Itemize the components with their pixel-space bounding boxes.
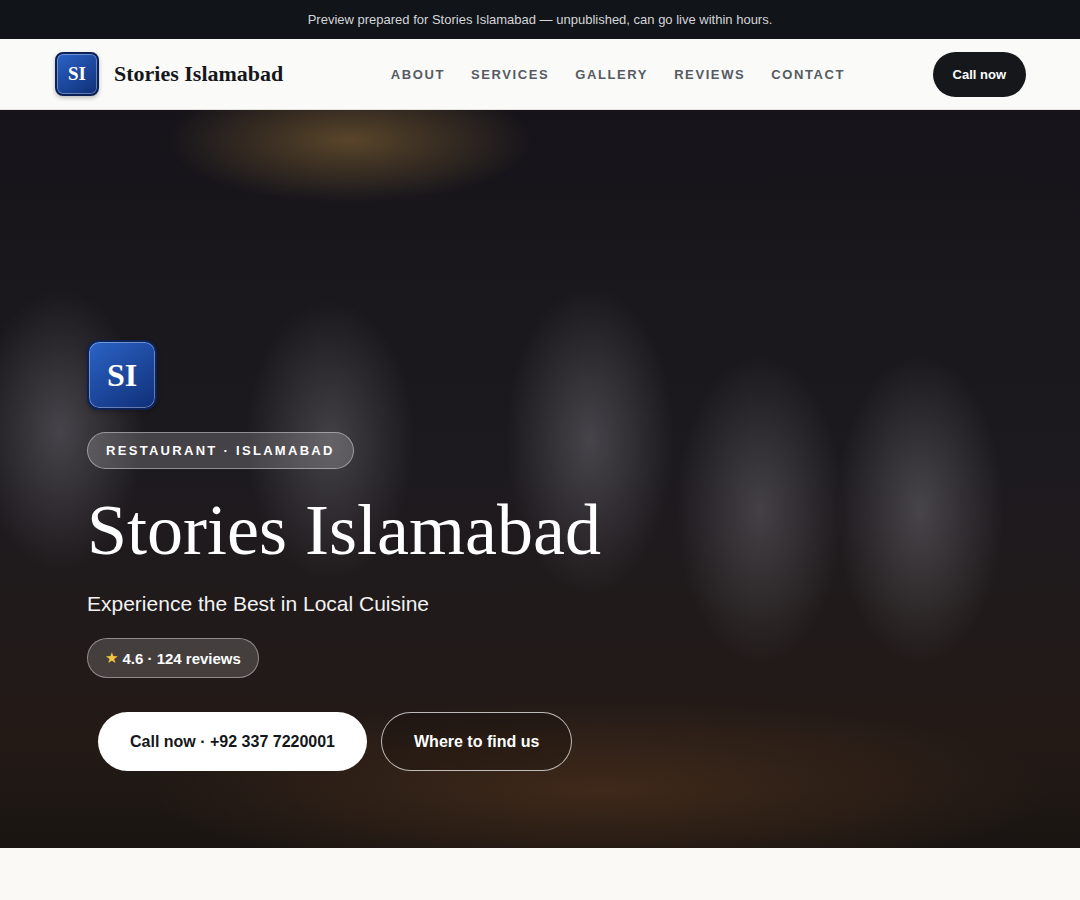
site-header: SI Stories Islamabad ABOUT SERVICES GALLERY R… <box>0 39 1080 110</box>
rating-text: 4.6 · 124 reviews <box>122 650 240 667</box>
hero-buttons: Call now · +92 337 7220001Where to find … <box>98 712 572 771</box>
hero-subtitle: Experience the Best in Local Cuisine <box>87 592 429 616</box>
category-tag: RESTAURANT · ISLAMABAD <box>87 432 354 469</box>
hero-content: SI RESTAURANT · ISLAMABAD Stories Islamaba… <box>0 110 1080 771</box>
directions-button[interactable]: Where to find us <box>381 712 572 771</box>
call-now-button[interactable]: Call now <box>933 52 1026 97</box>
nav-link[interactable]: ABOUT <box>391 67 445 82</box>
nav-link[interactable]: CONTACT <box>771 67 845 82</box>
star-icon: ★ <box>105 649 118 667</box>
brand-name[interactable]: Stories Islamabad <box>114 61 283 87</box>
logo-icon[interactable]: SI <box>55 52 99 96</box>
hero: SI RESTAURANT · ISLAMABAD Stories Islamaba… <box>0 110 1080 848</box>
preview-banner: Preview prepared for Stories Islamabad —… <box>0 0 1080 39</box>
nav-link[interactable]: REVIEWS <box>674 67 745 82</box>
main-nav: ABOUT SERVICES GALLERY REVIEWS CONTACT <box>283 67 932 82</box>
hero-title: Stories Islamabad <box>87 491 601 570</box>
nav-link[interactable]: GALLERY <box>575 67 648 82</box>
brand[interactable]: SI Stories Islamabad <box>55 52 283 96</box>
rating-badge: ★4.6 · 124 reviews <box>87 638 259 678</box>
hero-logo-icon: SI <box>87 340 157 410</box>
nav-link[interactable]: SERVICES <box>471 67 549 82</box>
call-button[interactable]: Call now · +92 337 7220001 <box>98 712 367 771</box>
